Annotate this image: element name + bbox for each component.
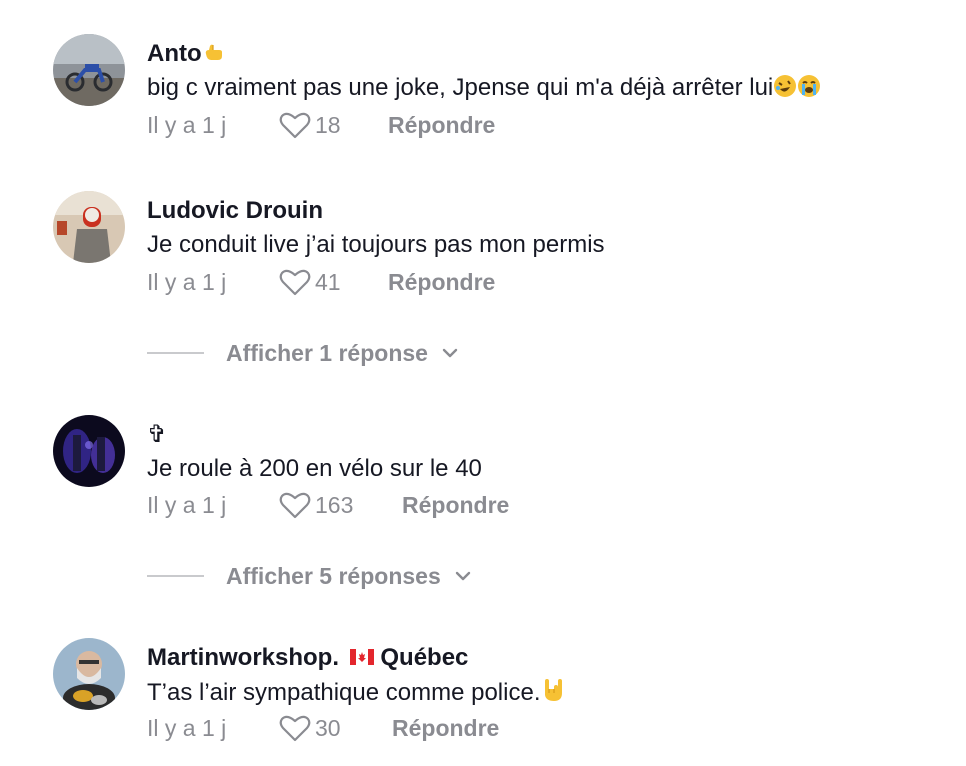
reply-button[interactable]: Répondre: [388, 266, 495, 298]
reply-button[interactable]: Répondre: [402, 489, 509, 521]
comment-timestamp: Il y a 1 j: [147, 715, 227, 741]
chevron-down-icon: [455, 571, 470, 581]
avatar[interactable]: [53, 638, 125, 710]
avatar[interactable]: [53, 191, 125, 263]
comment-meta: Il y a 1 j 41 Répondre: [147, 266, 647, 298]
comment-text: big c vraiment pas une joke, Jpense qui …: [147, 73, 821, 103]
comment-text: Je roule à 200 en vélo sur le 40: [147, 455, 482, 482]
replies-divider: [147, 352, 204, 354]
comment-text-content: T’as l’air sympathique comme police.: [147, 679, 541, 706]
sign-of-the-horns-icon: [545, 679, 563, 701]
like-count: 163: [315, 492, 354, 518]
heart-icon: [279, 492, 311, 519]
comment-meta: Il y a 1 j 30 Répondre: [147, 712, 647, 744]
comment-meta: Il y a 1 j 18 Répondre: [147, 109, 647, 141]
author-name: Martinworkshop.: [147, 644, 340, 671]
like-count: 41: [315, 269, 341, 295]
comment-timestamp: Il y a 1 j: [147, 492, 227, 518]
comment-text: T’as l’air sympathique comme police.: [147, 677, 564, 708]
chevron-down-icon: [442, 348, 458, 358]
comment-author[interactable]: Anto: [147, 40, 226, 68]
comment-meta: Il y a 1 j 163 Répondre: [147, 489, 647, 521]
comment-text-content: big c vraiment pas une joke, Jpense qui …: [147, 74, 774, 101]
heart-icon: [279, 112, 311, 139]
rolling-on-floor-laughing-icon: [774, 75, 797, 97]
like-button[interactable]: 18: [279, 109, 341, 141]
avatar[interactable]: [53, 34, 125, 106]
like-button[interactable]: 41: [279, 266, 341, 298]
view-replies-button[interactable]: Afficher 1 réponse: [147, 337, 458, 369]
heart-icon: [279, 715, 311, 742]
comment-author[interactable]: Martinworkshop. Québec: [147, 644, 468, 672]
author-location: Québec: [380, 644, 469, 671]
avatar[interactable]: [53, 415, 125, 487]
view-replies-label: Afficher 1 réponse: [226, 339, 428, 366]
comment-text: Je conduit live j’ai toujours pas mon pe…: [147, 231, 605, 258]
comment-author[interactable]: ✞: [147, 421, 167, 449]
comment-timestamp: Il y a 1 j: [147, 112, 227, 138]
heart-icon: [279, 269, 311, 296]
call-me-hand-icon: [205, 44, 222, 60]
replies-divider: [147, 575, 204, 577]
loudly-crying-face-icon: [798, 75, 821, 97]
like-count: 18: [315, 112, 341, 138]
like-button[interactable]: 163: [279, 489, 353, 521]
view-replies-button[interactable]: Afficher 5 réponses: [147, 560, 471, 592]
comment-author[interactable]: Ludovic Drouin: [147, 197, 323, 225]
comment-timestamp: Il y a 1 j: [147, 269, 227, 295]
view-replies-label: Afficher 5 réponses: [226, 562, 441, 589]
canada-flag-icon: [349, 649, 374, 665]
author-name: Anto: [147, 40, 202, 67]
like-count: 30: [315, 715, 341, 741]
reply-button[interactable]: Répondre: [392, 712, 499, 744]
reply-button[interactable]: Répondre: [388, 109, 495, 141]
like-button[interactable]: 30: [279, 712, 341, 744]
